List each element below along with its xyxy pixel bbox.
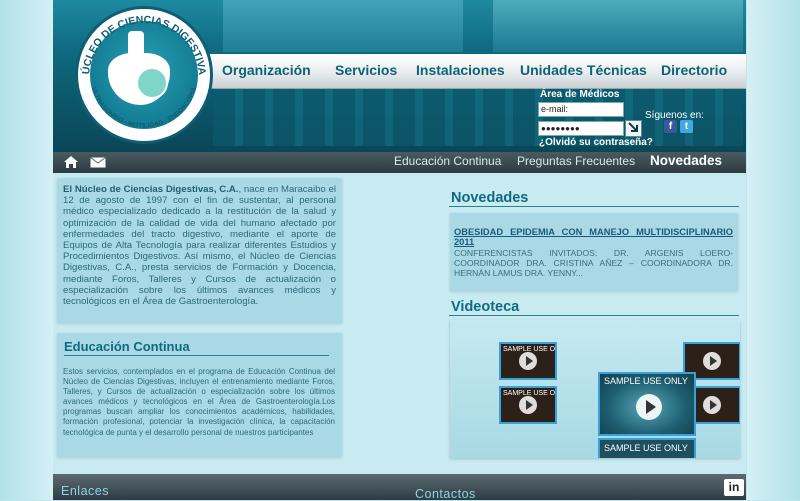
video-thumbnail[interactable]: SAMPLE USE ONLY: [499, 342, 557, 380]
thumbnail-label: SAMPLE USE ONLY: [604, 443, 688, 453]
play-icon: [703, 396, 721, 414]
video-library-divider: [449, 315, 739, 316]
secondary-nav: Educación Continua Preguntas Frecuentes …: [53, 152, 746, 173]
subnav-novedades[interactable]: Novedades: [650, 153, 722, 168]
svg-text:NÚCLEO DE CIENCIAS DIGESTIVAS: NÚCLEO DE CIENCIAS DIGESTIVAS: [75, 6, 208, 76]
password-field[interactable]: ●●●●●●●●: [538, 121, 624, 136]
twitter-icon[interactable]: t: [680, 120, 693, 133]
video-carousel: SAMPLE USE ONLY SAMPLE USE ONLY SAMPLE U…: [450, 320, 740, 458]
arrow-down-right-icon: [628, 122, 638, 132]
nav-instalaciones[interactable]: Instalaciones: [416, 62, 505, 78]
featured-video-label: SAMPLE USE ONLY: [604, 376, 688, 386]
education-text: Estos servicios, contemplados en el prog…: [63, 367, 335, 437]
header-photo-staff: [493, 0, 743, 52]
footer-links-title[interactable]: Enlaces: [61, 484, 109, 498]
play-icon: [519, 352, 537, 370]
badge-icon[interactable]: in: [724, 479, 744, 496]
medical-area-title: Área de Médicos: [540, 89, 620, 100]
subnav-educacion-continua[interactable]: Educación Continua: [394, 154, 501, 168]
news-title: Novedades: [451, 190, 529, 206]
nav-servicios[interactable]: Servicios: [335, 62, 397, 78]
footer-contacts-title[interactable]: Contactos: [415, 487, 476, 501]
education-panel: Educación Continua Estos servicios, cont…: [57, 333, 342, 457]
video-thumbnail[interactable]: SAMPLE USE ONLY: [499, 386, 557, 424]
intro-org-name: El Núcleo de Ciencias Digestivas, C.A.: [63, 184, 239, 195]
logo-bottom-text: ULTRASONIDO · MOTILIDAD · ENDOSCOPIA: [90, 86, 198, 130]
featured-video[interactable]: SAMPLE USE ONLY: [598, 372, 696, 436]
svg-text:ULTRASONIDO · MOTILIDAD · ENDO: ULTRASONIDO · MOTILIDAD · ENDOSCOPIA: [90, 86, 198, 130]
login-submit-button[interactable]: [625, 120, 642, 137]
header-photo-lab: [223, 0, 463, 52]
education-divider: [64, 355, 329, 356]
play-icon: [703, 352, 721, 370]
page-background-right: [747, 0, 800, 500]
play-icon: [636, 394, 662, 420]
site-logo[interactable]: NÚCLEO DE CIENCIAS DIGESTIVAS ULTRASONID…: [75, 6, 213, 144]
news-panel: OBESIDAD EPIDEMIA CON MANEJO MULTIDISCIP…: [450, 213, 738, 291]
logo-text-ring: NÚCLEO DE CIENCIAS DIGESTIVAS ULTRASONID…: [75, 6, 208, 130]
intro-body: , nace en Maracaibo el 12 de agosto de 1…: [63, 184, 336, 308]
play-icon: [519, 396, 537, 414]
nav-organizacion[interactable]: Organización: [222, 62, 311, 78]
forgot-password-link[interactable]: ¿Olvidó su contraseña?: [539, 137, 653, 148]
news-divider: [449, 206, 739, 207]
email-field[interactable]: e-mail:: [538, 102, 624, 117]
home-icon[interactable]: [63, 155, 79, 169]
subnav-preguntas-frecuentes[interactable]: Preguntas Frecuentes: [517, 154, 635, 168]
video-library-title: Videoteca: [451, 299, 520, 315]
education-title[interactable]: Educación Continua: [64, 339, 190, 354]
page-background-left: [0, 0, 53, 500]
site-container: Organización Servicios Instalaciones Uni…: [53, 0, 746, 501]
news-item-link[interactable]: OBESIDAD EPIDEMIA CON MANEJO MULTIDISCIP…: [454, 227, 733, 247]
facebook-icon[interactable]: f: [664, 120, 677, 133]
footer: Enlaces Contactos in: [53, 474, 746, 501]
news-item-description: CONFERENCISTAS INVITADOS: DR. ARGENIS LO…: [454, 248, 733, 278]
nav-unidades-tecnicas[interactable]: Unidades Técnicas: [520, 62, 647, 78]
video-thumbnail[interactable]: SAMPLE USE ONLY: [598, 438, 696, 458]
nav-directorio[interactable]: Directorio: [661, 62, 727, 78]
mail-icon[interactable]: [90, 157, 106, 168]
main-nav: Organización Servicios Instalaciones Uni…: [203, 54, 746, 89]
header: Organización Servicios Instalaciones Uni…: [53, 0, 746, 155]
intro-text: El Núcleo de Ciencias Digestivas, C.A., …: [63, 184, 336, 307]
intro-panel: El Núcleo de Ciencias Digestivas, C.A., …: [57, 178, 342, 323]
logo-top-text: NÚCLEO DE CIENCIAS DIGESTIVAS: [75, 6, 208, 76]
